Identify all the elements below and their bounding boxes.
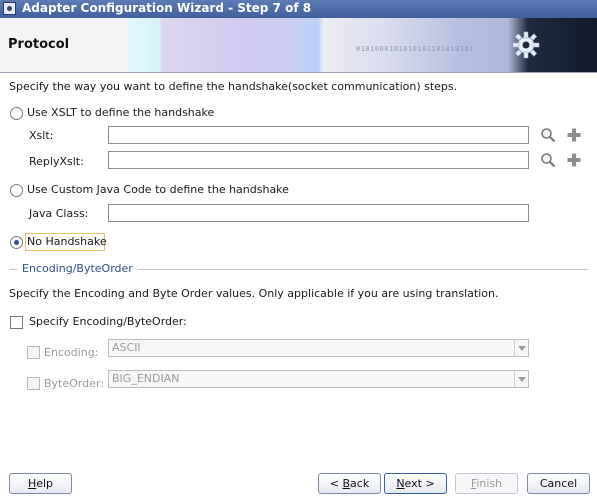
wizard-banner: 0101000101010101101010101 Protocol (0, 18, 597, 73)
section-separator-left (9, 269, 17, 270)
window-title-bar[interactable]: Adapter Configuration Wizard - Step 7 of… (0, 0, 597, 18)
replyxslt-label: ReplyXslt: (29, 155, 84, 168)
next-hotkey: N (396, 477, 405, 490)
section-separator-right (137, 269, 588, 270)
add-icon[interactable] (566, 127, 582, 143)
search-icon[interactable] (540, 152, 556, 168)
encoding-value: ASCII (112, 341, 141, 354)
search-icon[interactable] (540, 127, 556, 143)
replyxslt-input[interactable] (108, 151, 529, 169)
xslt-input[interactable] (108, 126, 529, 144)
byteorder-value: BIG_ENDIAN (112, 372, 180, 385)
encoding-label: Encoding: (44, 346, 99, 359)
finish-button[interactable]: Finish (455, 473, 518, 494)
banner-bits-text: 0101000101010101101010101 (356, 45, 474, 53)
back-hotkey: B (342, 477, 351, 490)
xslt-label: Xslt: (29, 129, 54, 142)
specify-encoding-checkbox[interactable] (10, 316, 23, 329)
cancel-button[interactable]: Cancel (527, 473, 590, 494)
back-label-post: ack (350, 477, 370, 490)
finish-label-post: inish (476, 477, 503, 490)
help-button[interactable]: Help (9, 473, 72, 494)
back-label-pre: < (329, 477, 343, 490)
next-button[interactable]: Next > (384, 473, 447, 494)
gear-icon (512, 31, 540, 59)
window-title: Adapter Configuration Wizard - Step 7 of… (22, 1, 312, 15)
xslt-radio[interactable] (10, 107, 23, 120)
xslt-radio-label: Use XSLT to define the handshake (27, 106, 215, 119)
no-handshake-radio-label: No Handshake (27, 235, 107, 248)
java-code-radio[interactable] (10, 184, 23, 197)
next-label-post: ext > (404, 477, 435, 490)
byteorder-checkbox[interactable] (27, 377, 40, 390)
help-hotkey: H (27, 477, 37, 490)
byteorder-label: ByteOrder: (44, 377, 104, 390)
encoding-section-title: Encoding/ByteOrder (22, 262, 133, 275)
specify-encoding-label: Specify Encoding/ByteOrder: (29, 315, 187, 328)
help-label-post: elp (36, 477, 54, 490)
page-title: Protocol (8, 37, 70, 52)
no-handshake-radio[interactable] (10, 236, 23, 249)
java-class-input[interactable] (108, 204, 529, 222)
encoding-dropdown[interactable]: ASCII (108, 339, 529, 357)
back-button[interactable]: < Back (318, 473, 381, 494)
chevron-down-icon[interactable] (514, 371, 528, 387)
byteorder-dropdown[interactable]: BIG_ENDIAN (108, 370, 529, 388)
encoding-description: Specify the Encoding and Byte Order valu… (9, 287, 499, 300)
java-class-label: Java Class: (29, 207, 89, 220)
add-icon[interactable] (566, 152, 582, 168)
chevron-down-icon[interactable] (514, 340, 528, 356)
java-code-radio-label: Use Custom Java Code to define the hands… (27, 183, 289, 196)
encoding-checkbox[interactable] (27, 346, 40, 359)
handshake-intro-text: Specify the way you want to define the h… (9, 80, 458, 93)
window-menu-icon[interactable] (3, 2, 16, 15)
